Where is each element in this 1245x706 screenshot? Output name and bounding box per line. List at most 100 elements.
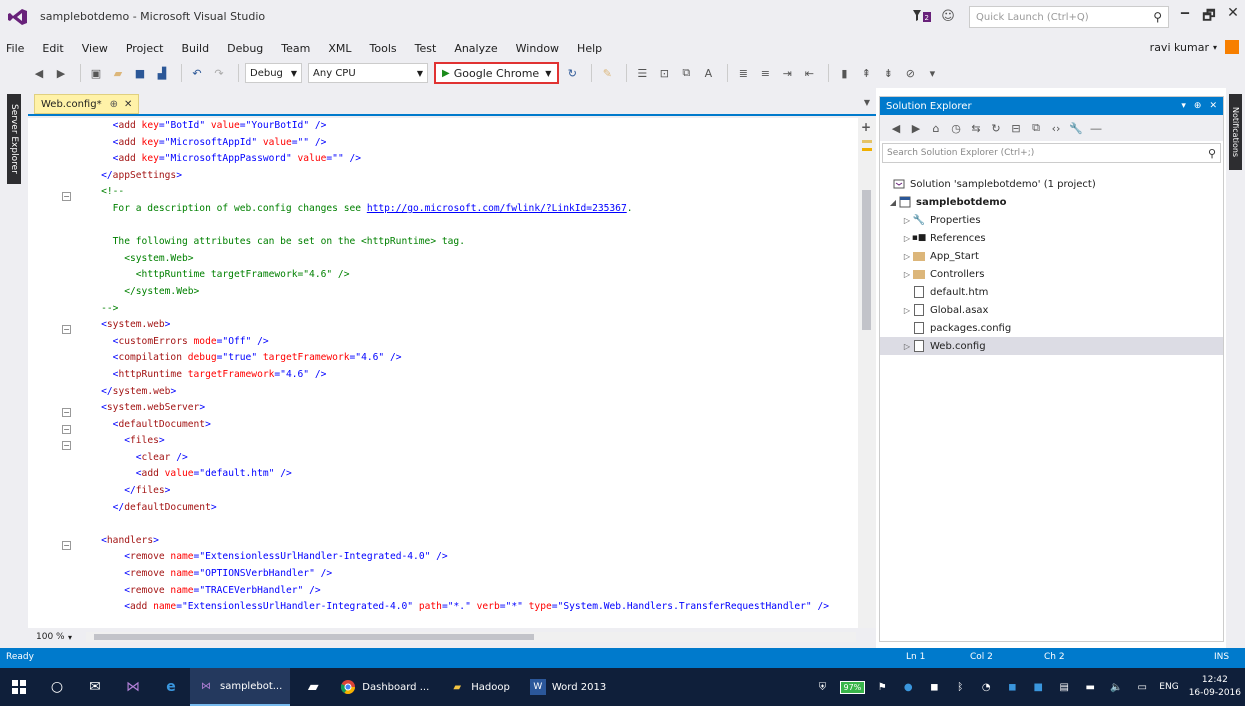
tree-node-references[interactable]: ▷ ▪■ References xyxy=(880,229,1223,247)
tree-node-web-config[interactable]: ▷ Web.config xyxy=(880,337,1223,355)
tab-dropdown-icon[interactable]: ▼ xyxy=(864,98,870,107)
menu-edit[interactable]: Edit xyxy=(42,42,63,55)
shield-icon[interactable]: ⛨ xyxy=(816,680,830,694)
refresh-icon[interactable]: ↻ xyxy=(988,120,1004,136)
taskbar-app-word[interactable]: W Word 2013 xyxy=(522,668,614,706)
tree-node-solution[interactable]: Solution 'samplebotdemo' (1 project) xyxy=(880,175,1223,193)
outdent-icon[interactable]: ⇤ xyxy=(800,64,818,82)
fold-toggle[interactable]: − xyxy=(62,192,71,201)
show-all-files-icon[interactable]: ⧉ xyxy=(1028,120,1044,136)
collapsed-arrow-icon[interactable]: ▷ xyxy=(902,234,912,243)
zoom-level[interactable]: 100 % xyxy=(28,632,68,642)
chat-icon[interactable]: ▰ xyxy=(301,675,325,699)
next-bookmark-icon[interactable]: ⇟ xyxy=(879,64,897,82)
tree-node-project[interactable]: ◢ samplebotdemo xyxy=(880,193,1223,211)
clock[interactable]: 12:42 16-09-2016 xyxy=(1189,674,1241,700)
vertical-scrollbar[interactable]: + xyxy=(858,118,876,628)
menu-help[interactable]: Help xyxy=(577,42,602,55)
view-code-icon[interactable]: ‹› xyxy=(1048,120,1064,136)
forward-icon[interactable]: ▶ xyxy=(52,64,70,82)
back-icon[interactable]: ◀ xyxy=(30,64,48,82)
flag-icon[interactable]: ⚑ xyxy=(875,680,889,694)
taskbar-app-visual-studio[interactable]: ⋈ samplebot... xyxy=(190,668,291,706)
solution-platform-select[interactable]: Any CPU ▼ xyxy=(308,63,429,83)
redo-icon[interactable]: ↷ xyxy=(210,64,228,82)
save-all-icon[interactable]: ▟ xyxy=(153,64,171,82)
home-icon[interactable]: ⌂ xyxy=(928,120,944,136)
tree-node-default-htm[interactable]: default.htm xyxy=(880,283,1223,301)
user-account[interactable]: ravi kumar ▾ xyxy=(1150,40,1239,54)
windows-start-icon[interactable] xyxy=(7,675,31,699)
menu-tools[interactable]: Tools xyxy=(370,42,397,55)
menu-analyze[interactable]: Analyze xyxy=(454,42,497,55)
solution-configuration-select[interactable]: Debug ▼ xyxy=(245,63,303,83)
prev-bookmark-icon[interactable]: ⇞ xyxy=(857,64,875,82)
vertical-scroll-thumb[interactable] xyxy=(862,190,871,330)
menu-debug[interactable]: Debug xyxy=(227,42,263,55)
notification-center-icon[interactable]: ▭ xyxy=(1135,680,1149,694)
app-tray-icon[interactable]: ◼ xyxy=(1005,680,1019,694)
edge-icon[interactable]: e xyxy=(159,675,183,699)
bluetooth-icon[interactable]: ᛒ xyxy=(953,680,967,694)
power-icon[interactable]: ▬ xyxy=(1083,680,1097,694)
toolbar-overflow-icon[interactable]: ▾ xyxy=(923,64,941,82)
sync-icon[interactable]: ⇆ xyxy=(968,120,984,136)
fold-toggle[interactable]: − xyxy=(62,325,71,334)
back-icon[interactable]: ◀ xyxy=(888,120,904,136)
save-icon[interactable]: ■ xyxy=(131,64,149,82)
language-indicator[interactable]: ENG xyxy=(1159,682,1178,692)
collapsed-arrow-icon[interactable]: ▷ xyxy=(902,306,912,315)
fold-toggle[interactable]: − xyxy=(62,441,71,450)
new-project-icon[interactable]: ▣ xyxy=(87,64,105,82)
properties-icon[interactable]: 🔧 xyxy=(1068,120,1084,136)
mail-icon[interactable]: ✉ xyxy=(83,675,107,699)
taskbar-app-chrome[interactable]: Dashboard ... xyxy=(332,668,437,706)
tree-node-controllers[interactable]: ▷ Controllers xyxy=(880,265,1223,283)
font-size-icon[interactable]: A xyxy=(699,64,717,82)
browser-link-icon[interactable]: ✎ xyxy=(598,64,616,82)
xml-schema-icon[interactable]: ⧉ xyxy=(677,64,695,82)
server-explorer-tab[interactable]: Server Explorer xyxy=(7,94,21,184)
tree-node-app-start[interactable]: ▷ App_Start xyxy=(880,247,1223,265)
chevron-down-icon[interactable]: ▾ xyxy=(68,633,72,642)
code-link[interactable]: http://go.microsoft.com/fwlink/?LinkId=2… xyxy=(367,203,627,214)
expanded-arrow-icon[interactable]: ◢ xyxy=(888,198,898,207)
close-icon[interactable]: ✕ xyxy=(1209,101,1217,111)
tree-node-properties[interactable]: ▷ 🔧 Properties xyxy=(880,211,1223,229)
solution-search-input[interactable]: Search Solution Explorer (Ctrl+;) ⚲ xyxy=(882,143,1221,163)
indent-icon[interactable]: ⇥ xyxy=(778,64,796,82)
history-icon[interactable]: ◷ xyxy=(948,120,964,136)
restore-button[interactable]: 🗗 xyxy=(1197,5,1221,29)
collapse-all-icon[interactable]: ⊟ xyxy=(1008,120,1024,136)
feedback-icon[interactable]: ☺ xyxy=(939,9,957,25)
close-button[interactable]: ✕ xyxy=(1221,5,1245,29)
tab-web-config[interactable]: Web.config* ⊕ ✕ xyxy=(34,94,140,114)
tree-node-packages-config[interactable]: packages.config xyxy=(880,319,1223,337)
forward-icon[interactable]: ▶ xyxy=(908,120,924,136)
fold-toggle[interactable]: − xyxy=(62,541,71,550)
wifi-icon[interactable]: ◔ xyxy=(979,680,993,694)
menu-window[interactable]: Window xyxy=(516,42,559,55)
notifications-tab[interactable]: Notifications xyxy=(1229,94,1242,170)
menu-project[interactable]: Project xyxy=(126,42,164,55)
collapsed-arrow-icon[interactable]: ▷ xyxy=(902,270,912,279)
collapsed-arrow-icon[interactable]: ▷ xyxy=(902,252,912,261)
uncomment-icon[interactable]: ≡ xyxy=(756,64,774,82)
fold-toggle[interactable]: − xyxy=(62,408,71,417)
preview-icon[interactable]: ― xyxy=(1088,120,1104,136)
fold-toggle[interactable]: − xyxy=(62,425,71,434)
pin-icon[interactable]: ⊕ xyxy=(1194,101,1202,111)
app-tray-icon[interactable]: ▤ xyxy=(1057,680,1071,694)
menu-team[interactable]: Team xyxy=(281,42,310,55)
collapsed-arrow-icon[interactable]: ▷ xyxy=(902,342,912,351)
pin-icon[interactable]: ⊕ xyxy=(110,99,118,110)
clear-bookmarks-icon[interactable]: ⊘ xyxy=(901,64,919,82)
refresh-icon[interactable]: ↻ xyxy=(563,64,581,82)
close-icon[interactable]: ✕ xyxy=(124,99,132,110)
app-tray-icon[interactable]: ● xyxy=(901,680,915,694)
split-editor-icon[interactable]: + xyxy=(861,120,871,134)
quick-launch-input[interactable]: Quick Launch (Ctrl+Q) ⚲ xyxy=(969,6,1169,28)
format-icon[interactable]: ⊡ xyxy=(655,64,673,82)
collapsed-arrow-icon[interactable]: ▷ xyxy=(902,216,912,225)
cortana-search-icon[interactable]: ○ xyxy=(45,675,69,699)
